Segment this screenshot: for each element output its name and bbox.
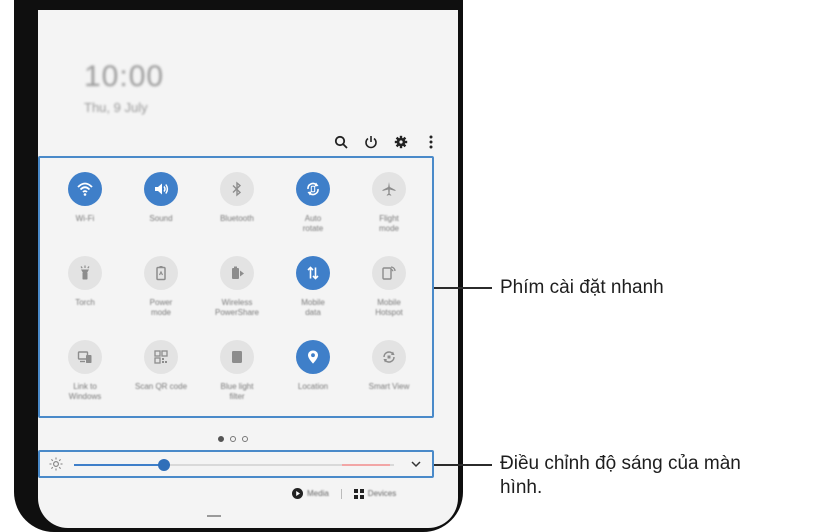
quick-setting-tile[interactable]: Wireless PowerShare [202,256,272,328]
brightness-high-zone [342,464,390,466]
clock: 10:00 [84,60,165,93]
devices-grid-icon [353,488,364,499]
quick-setting-label: Auto rotate [302,214,324,233]
wifi-icon [77,182,93,196]
auto-rotate-icon [307,182,319,196]
quick-setting-label: Mobile Hotspot [375,298,403,317]
brightness-expand-button[interactable] [410,457,422,475]
airplane-icon [382,182,396,196]
settings-gear-icon [394,135,408,149]
search-button[interactable] [326,130,356,154]
quick-setting-toggle[interactable] [296,340,330,374]
play-icon [292,488,303,499]
brightness-callout-line1: Điều chỉnh độ sáng của màn [500,453,741,474]
sound-icon [155,183,169,195]
quick-setting-label: Scan QR code [134,382,188,391]
quick-setting-toggle[interactable] [144,340,178,374]
quick-setting-toggle[interactable] [144,256,178,290]
link-windows-icon [77,351,92,363]
quick-setting-label: Power mode [149,298,173,317]
powershare-icon [232,266,244,279]
more-options-button[interactable] [416,130,446,154]
quick-settings-panel: Wi-Fi Sound Bluetooth Auto rotate Flight mod… [38,156,434,418]
hotspot-icon [382,266,396,280]
date: Thu, 9 July [84,100,148,115]
quick-setting-toggle[interactable] [220,172,254,206]
page-indicator [218,436,248,442]
quick-setting-tile[interactable]: Mobile Hotspot [354,256,424,328]
quick-setting-label: Mobile data [301,298,325,317]
brightness-bar [38,450,434,478]
quick-setting-tile[interactable]: Bluetooth [202,172,272,244]
mobile-data-icon [307,266,319,280]
brightness-slider-thumb[interactable] [158,459,170,471]
devices-label: Devices [367,489,397,498]
location-icon [308,350,318,364]
quick-setting-label: Torch [75,298,95,307]
quick-setting-toggle[interactable] [372,172,406,206]
quick-setting-tile[interactable]: Flight mode [354,172,424,244]
quick-setting-label: Smart View [368,382,410,391]
quick-setting-toggle[interactable] [68,256,102,290]
panel-footer: Media Devices [292,488,396,499]
quick-setting-label: Sound [149,214,173,223]
chevron-down-icon [411,461,421,468]
quick-setting-label: Wireless PowerShare [214,298,260,317]
brightness-slider-fill [74,464,164,466]
power-mode-icon [156,266,166,281]
bluetooth-icon [232,181,242,197]
torch-icon [80,265,90,280]
page-dot[interactable] [218,436,224,442]
quick-setting-tile[interactable]: Wi-Fi [50,172,120,244]
quick-setting-toggle[interactable] [296,256,330,290]
quick-setting-tile[interactable]: Auto rotate [278,172,348,244]
quick-setting-tile[interactable]: Scan QR code [126,340,196,412]
quick-setting-label: Blue light filter [220,382,254,401]
brightness-callout-line2: hình. [500,477,543,498]
quick-setting-toggle[interactable] [68,340,102,374]
quick-setting-tile[interactable]: Mobile data [278,256,348,328]
search-icon [334,135,348,149]
page-dot[interactable] [230,436,236,442]
drag-handle[interactable] [207,515,221,517]
more-options-icon [429,135,433,149]
quick-setting-tile[interactable]: Power mode [126,256,196,328]
qr-code-icon [154,350,168,364]
quick-setting-toggle[interactable] [296,172,330,206]
quick-setting-toggle[interactable] [144,172,178,206]
quick-settings-callout: Phím cài đặt nhanh [500,277,664,298]
quick-setting-label: Wi-Fi [75,214,95,223]
devices-button[interactable]: Devices [353,488,397,499]
quick-setting-tile[interactable]: Sound [126,172,196,244]
media-button[interactable]: Media [292,488,329,499]
page-dot[interactable] [242,436,248,442]
quick-setting-tile[interactable]: Smart View [354,340,424,412]
brightness-callout: Điều chỉnh độ sáng của màn hình. [500,452,741,500]
quick-setting-label: Bluetooth [220,214,254,223]
panel-toolbar [326,130,446,154]
quick-setting-tile[interactable]: Link to Windows [50,340,120,412]
smart-view-icon [383,351,395,363]
quick-settings-leader-line [434,287,492,289]
quick-setting-label: Flight mode [378,214,399,233]
quick-setting-tile[interactable]: Blue light filter [202,340,272,412]
brightness-sun-icon [49,457,63,471]
quick-setting-tile[interactable]: Location [278,340,348,412]
quick-setting-label: Location [297,382,329,391]
brightness-slider[interactable] [74,459,394,471]
brightness-leader-line [434,464,492,466]
media-label: Media [307,489,329,498]
quick-setting-label: Link to Windows [68,382,102,401]
power-button[interactable] [356,130,386,154]
quick-setting-toggle[interactable] [372,340,406,374]
quick-setting-toggle[interactable] [220,340,254,374]
settings-button[interactable] [386,130,416,154]
power-icon [365,136,377,149]
quick-setting-toggle[interactable] [372,256,406,290]
footer-divider [340,488,342,499]
quick-setting-toggle[interactable] [68,172,102,206]
quick-setting-tile[interactable]: Torch [50,256,120,328]
quick-setting-toggle[interactable] [220,256,254,290]
blue-light-icon [232,351,242,363]
